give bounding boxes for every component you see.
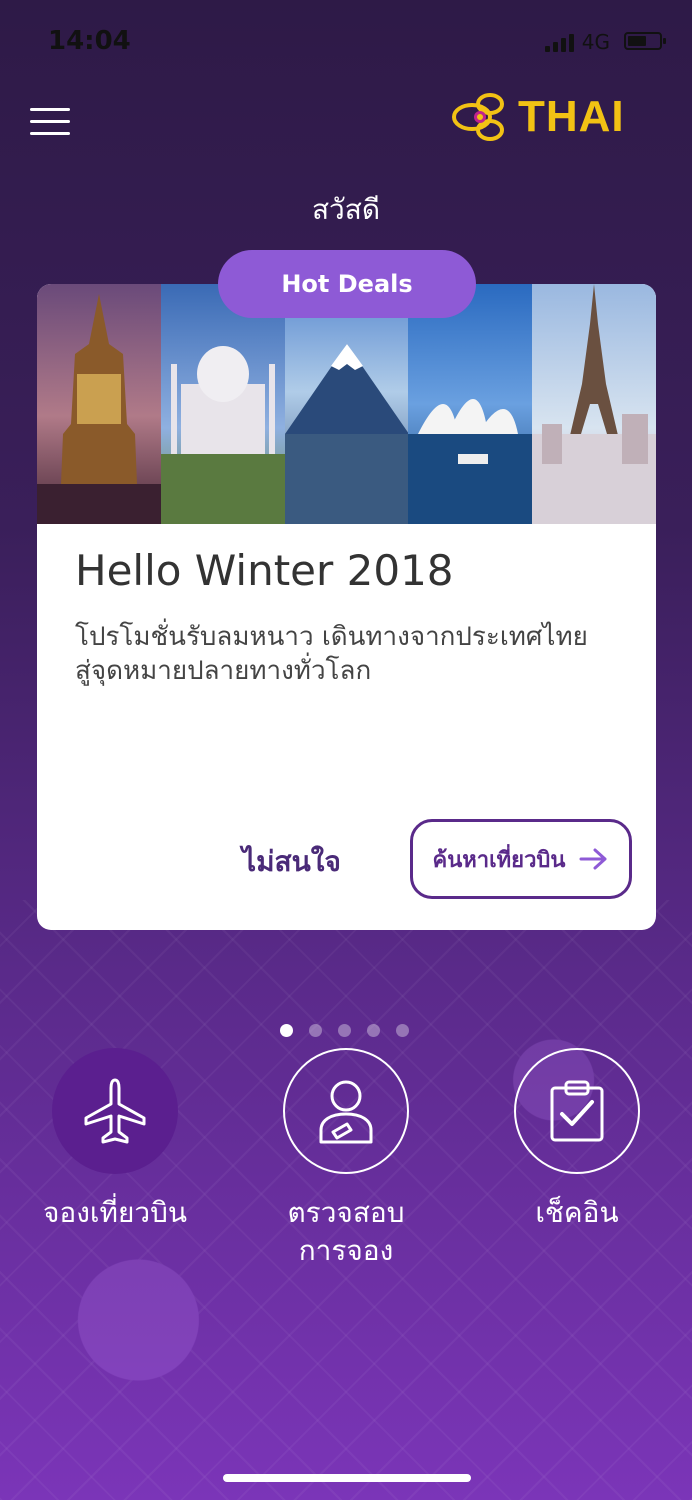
- hamburger-menu-icon[interactable]: [30, 108, 70, 136]
- promo-description-line2: สู่จุดหมายปลายทางทั่วโลก: [75, 656, 372, 686]
- promo-card[interactable]: Hello Winter 2018 โปรโมชั่นรับลมหนาว เดิ…: [37, 284, 656, 930]
- carousel-dot[interactable]: [309, 1024, 322, 1037]
- manage-booking-label-line2: การจอง: [298, 1234, 394, 1267]
- manage-booking-label-line1: ตรวจสอบ: [287, 1196, 405, 1229]
- book-flight-button[interactable]: [52, 1048, 178, 1174]
- carousel-dot[interactable]: [338, 1024, 351, 1037]
- arrow-right-icon: [579, 848, 607, 870]
- check-in-action[interactable]: เช็คอิน: [477, 1048, 677, 1232]
- home-indicator[interactable]: [223, 1474, 471, 1482]
- clipboard-check-icon: [550, 1080, 604, 1142]
- manage-booking-label: ตรวจสอบ การจอง: [246, 1194, 446, 1270]
- carousel-dot[interactable]: [396, 1024, 409, 1037]
- promo-description: โปรโมชั่นรับลมหนาว เดินทางจากประเทศไทย ส…: [75, 620, 635, 688]
- user-booking-icon: [319, 1080, 373, 1144]
- check-in-label: เช็คอิน: [535, 1196, 619, 1229]
- manage-booking-action[interactable]: ตรวจสอบ การจอง: [246, 1048, 446, 1270]
- network-label: 4G: [581, 30, 610, 54]
- battery-icon: [624, 32, 666, 50]
- status-time: 14:04: [48, 26, 131, 56]
- carousel-indicator: [280, 1024, 409, 1037]
- logo-text: THAI: [518, 92, 625, 141]
- manage-booking-button[interactable]: [283, 1048, 409, 1174]
- dismiss-button[interactable]: ไม่สนใจ: [242, 840, 341, 884]
- thai-logo: THAI: [450, 90, 625, 144]
- search-flights-label: ค้นหาเที่ยวบิน: [432, 847, 566, 873]
- status-bar: 14:04 4G: [0, 26, 692, 66]
- book-flight-action[interactable]: จองเที่ยวบิน: [15, 1048, 215, 1232]
- hot-deals-badge: Hot Deals: [218, 250, 476, 318]
- carousel-dot[interactable]: [367, 1024, 380, 1037]
- promo-description-line1: โปรโมชั่นรับลมหนาว เดินทางจากประเทศไทย: [75, 622, 588, 652]
- check-in-button[interactable]: [514, 1048, 640, 1174]
- book-flight-label: จองเที่ยวบิน: [43, 1196, 187, 1229]
- promo-title: Hello Winter 2018: [75, 546, 454, 595]
- carousel-dot[interactable]: [280, 1024, 293, 1037]
- promo-banner-image: [37, 284, 656, 524]
- signal-icon: [545, 34, 574, 52]
- orchid-logo-icon: [452, 93, 504, 141]
- search-flights-button[interactable]: ค้นหาเที่ยวบิน: [410, 819, 632, 899]
- greeting: สวัสดี: [311, 193, 381, 226]
- airplane-icon: [84, 1078, 146, 1144]
